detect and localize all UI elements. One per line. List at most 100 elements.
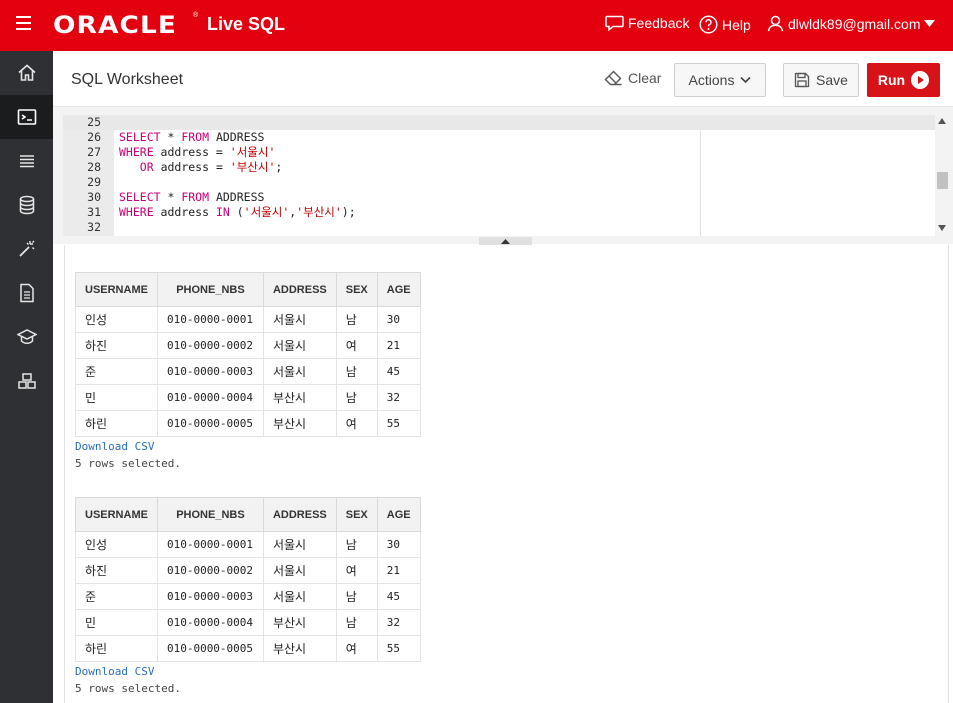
help-link[interactable]: Help	[699, 15, 751, 34]
table-cell: 하린	[75, 635, 158, 662]
table-header-row: USERNAME PHONE_NBS ADDRESS SEX AGE	[75, 497, 421, 532]
scroll-up-arrow-icon[interactable]	[938, 118, 946, 124]
caret-up-icon	[501, 238, 510, 244]
table-cell: 민	[75, 609, 158, 636]
table-cell: 부산시	[262, 384, 337, 411]
table-cell: 서울시	[262, 583, 337, 610]
table-row: 준 010-0000-0003 서울시 남 45	[75, 358, 421, 385]
sql-editor[interactable]: 25 26 SELECT * FROM ADDRESS 27 WHERE add…	[63, 115, 935, 236]
code-line[interactable]: 26 SELECT * FROM ADDRESS	[63, 130, 935, 145]
sidebar-item-home[interactable]	[0, 51, 53, 95]
line-number: 26	[87, 130, 101, 144]
product-name[interactable]: Live SQL	[207, 14, 285, 35]
table-cell: 32	[376, 609, 421, 636]
download-csv-link[interactable]: Download CSV	[75, 440, 421, 453]
table-row: 민 010-0000-0004 부산시 남 32	[75, 609, 421, 636]
table-cell: 30	[376, 306, 421, 333]
hamburger-menu-icon[interactable]	[16, 16, 36, 34]
table-cell: 민	[75, 384, 158, 411]
database-icon	[19, 195, 34, 215]
rows-selected-message: 5 rows selected.	[75, 682, 181, 695]
play-circle-icon	[911, 71, 930, 89]
code-line[interactable]: 27 WHERE address = '서울시'	[63, 145, 935, 160]
table-cell: 남	[335, 531, 378, 558]
registered-mark: ®	[193, 12, 199, 19]
editor-scrollbar[interactable]	[935, 115, 949, 236]
sidebar-item-code-library[interactable]	[0, 359, 53, 403]
line-code: WHERE address IN ('서울시','부산시');	[119, 205, 356, 219]
code-line[interactable]: 30 SELECT * FROM ADDRESS	[63, 190, 935, 205]
table-cell: 서울시	[262, 332, 337, 359]
table-cell: 남	[335, 384, 378, 411]
table-cell: 30	[376, 531, 421, 558]
sidebar-item-schema[interactable]	[0, 183, 53, 227]
home-icon	[17, 64, 36, 81]
table-cell: 010-0000-0001	[156, 531, 264, 558]
help-circle-icon	[699, 15, 718, 34]
list-icon	[19, 155, 34, 168]
code-line[interactable]: 28 OR address = '부산시';	[63, 160, 935, 175]
table-cell: 하진	[75, 332, 158, 359]
scrollbar-thumb[interactable]	[937, 172, 948, 189]
save-button[interactable]: Save	[783, 63, 859, 97]
table-cell: 여	[335, 410, 378, 437]
result-table: USERNAME PHONE_NBS ADDRESS SEX AGE 인성 01…	[75, 497, 421, 662]
download-csv-link[interactable]: Download CSV	[75, 665, 421, 678]
line-code: WHERE address = '서울시'	[119, 145, 276, 159]
table-cell: 하진	[75, 557, 158, 584]
sidebar-item-my-session[interactable]	[0, 139, 53, 183]
magic-wand-icon	[18, 240, 34, 257]
panel-resize-handle[interactable]	[479, 237, 532, 245]
table-cell: 45	[376, 358, 421, 385]
table-cell: 21	[376, 557, 421, 584]
sidebar-item-my-scripts[interactable]	[0, 271, 53, 315]
top-bar: ORACLE ® Live SQL Feedback Help dlwldk89…	[0, 0, 953, 51]
table-row: 하진 010-0000-0002 서울시 여 21	[75, 332, 421, 359]
feedback-link[interactable]: Feedback	[605, 15, 689, 31]
table-cell: 32	[376, 384, 421, 411]
table-cell: 010-0000-0002	[156, 332, 264, 359]
table-row: 인성 010-0000-0001 서울시 남 30	[75, 306, 421, 333]
table-cell: 010-0000-0002	[156, 557, 264, 584]
worksheet-header: SQL Worksheet Clear Actions Save Run	[53, 51, 953, 107]
table-row: 하린 010-0000-0005 부산시 여 55	[75, 635, 421, 662]
sidebar-item-quick-sql[interactable]	[0, 227, 53, 271]
table-cell: 010-0000-0003	[156, 358, 264, 385]
table-row: 하린 010-0000-0005 부산시 여 55	[75, 410, 421, 437]
column-header: PHONE_NBS	[156, 272, 264, 307]
floppy-disk-icon	[794, 72, 810, 88]
code-line[interactable]: 25	[63, 115, 935, 130]
clear-button[interactable]: Clear	[604, 70, 661, 86]
caret-down-icon	[924, 20, 936, 27]
run-button[interactable]: Run	[867, 63, 940, 97]
table-cell: 부산시	[262, 410, 337, 437]
code-line[interactable]: 32	[63, 220, 935, 235]
table-cell: 인성	[75, 531, 158, 558]
line-number: 27	[87, 145, 101, 159]
line-code: SELECT * FROM ADDRESS	[119, 190, 265, 204]
eraser-icon	[604, 70, 622, 86]
graduation-cap-icon	[16, 329, 37, 345]
table-cell: 서울시	[262, 531, 337, 558]
column-header: ADDRESS	[262, 497, 337, 532]
code-line[interactable]: 31 WHERE address IN ('서울시','부산시');	[63, 205, 935, 220]
table-cell: 서울시	[262, 358, 337, 385]
actions-dropdown[interactable]: Actions	[674, 63, 766, 97]
table-cell: 010-0000-0005	[156, 410, 264, 437]
scroll-down-arrow-icon[interactable]	[938, 225, 946, 231]
sidebar-item-sql-worksheet[interactable]	[0, 95, 53, 139]
line-number: 30	[87, 190, 101, 204]
table-cell: 서울시	[262, 557, 337, 584]
feedback-label: Feedback	[628, 15, 690, 31]
result-set: USERNAME PHONE_NBS ADDRESS SEX AGE 인성 01…	[75, 272, 421, 470]
sidebar-item-tutorials[interactable]	[0, 315, 53, 359]
line-number: 32	[87, 220, 101, 234]
user-menu[interactable]: dlwldk89@gmail.com	[767, 15, 936, 32]
table-cell: 남	[335, 306, 378, 333]
table-cell: 21	[376, 332, 421, 359]
oracle-logo[interactable]: ORACLE	[53, 11, 177, 39]
table-cell: 55	[376, 635, 421, 662]
help-label: Help	[722, 16, 751, 33]
blocks-icon	[17, 373, 36, 389]
code-line[interactable]: 29	[63, 175, 935, 190]
